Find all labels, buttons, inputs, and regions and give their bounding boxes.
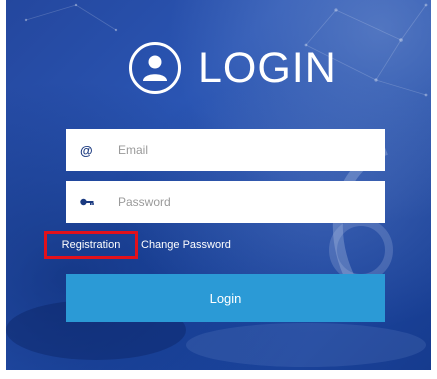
- page-title: LOGIN: [198, 43, 337, 92]
- login-header: LOGIN: [129, 42, 337, 94]
- auth-links: Registration Change Password: [44, 231, 231, 259]
- login-button[interactable]: Login: [66, 274, 385, 322]
- email-field-container: @: [66, 129, 385, 171]
- password-field[interactable]: [118, 181, 368, 223]
- at-sign-icon: @: [80, 142, 93, 158]
- login-screen: LOGIN @ Registration Change Password Log…: [0, 0, 437, 379]
- user-avatar-icon: [129, 42, 181, 94]
- email-field[interactable]: [118, 129, 368, 171]
- password-field-container: [66, 181, 385, 223]
- change-password-link[interactable]: Change Password: [141, 239, 231, 251]
- registration-link[interactable]: Registration: [44, 231, 138, 259]
- key-icon: [66, 198, 118, 206]
